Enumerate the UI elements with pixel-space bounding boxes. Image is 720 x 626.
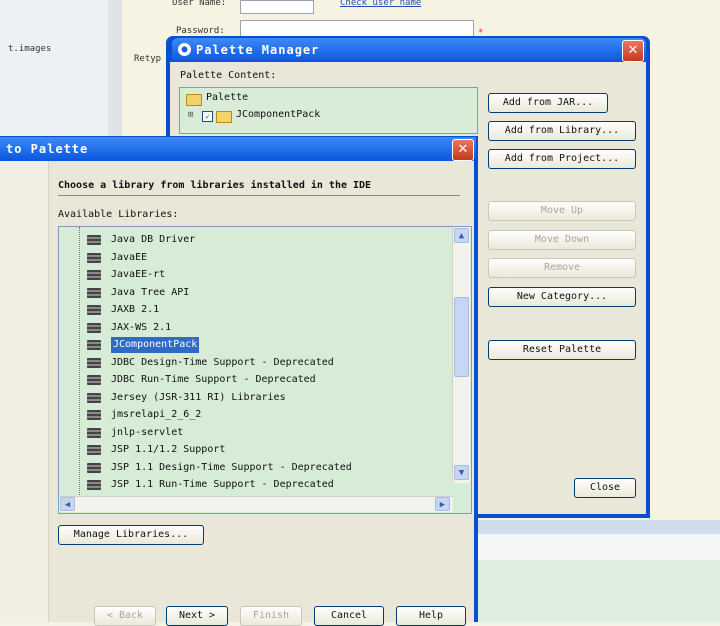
library-label: JDBC Run-Time Support - Deprecated (111, 374, 316, 385)
scroll-left-icon[interactable]: ◀ (60, 497, 75, 511)
library-label: JAX-WS 2.1 (111, 321, 172, 333)
scroll-up-icon[interactable]: ▲ (454, 228, 469, 243)
library-list-item[interactable]: JAXB 2.1 (59, 302, 449, 318)
checkbox-icon[interactable]: ✓ (202, 111, 213, 122)
horizontal-scrollbar[interactable]: ◀ ▶ (59, 496, 453, 512)
library-label: JComponentPack (111, 337, 200, 353)
library-label: JavaEE-rt (111, 269, 166, 280)
library-icon (87, 322, 101, 333)
palette-tree[interactable]: Palette ⊞ ✓ JComponentPack (179, 87, 478, 134)
user-name-field[interactable] (240, 0, 314, 14)
library-list-item[interactable]: Java DB Driver (59, 232, 449, 248)
manage-libraries-button[interactable]: Manage Libraries... (58, 525, 204, 545)
library-label: Jersey (JSR-311 RI) Libraries (111, 391, 286, 403)
remove-button[interactable]: Remove (488, 258, 636, 278)
add-to-palette-titlebar[interactable]: to Palette ✕ (0, 137, 476, 161)
close-icon[interactable]: ✕ (622, 40, 644, 62)
library-icon (87, 357, 101, 368)
wizard-step-heading: Choose a library from libraries installe… (58, 180, 372, 191)
vertical-scrollbar[interactable]: ▲ ▼ (452, 227, 470, 483)
netbeans-icon: ● (178, 43, 191, 56)
library-label: JSP 1.1 Design-Time Support - Deprecated (111, 461, 352, 473)
scroll-right-icon[interactable]: ▶ (435, 497, 450, 511)
wizard-steps-panel (0, 161, 49, 622)
next-button[interactable]: Next > (166, 606, 228, 626)
library-list-item[interactable]: JSP 1.1 Design-Time Support - Deprecated (59, 460, 449, 476)
library-list-item[interactable]: JAX-WS 2.1 (59, 320, 449, 336)
reset-palette-button[interactable]: Reset Palette (488, 340, 636, 360)
library-list-item[interactable]: JavaEE-rt (59, 267, 449, 283)
move-up-button[interactable]: Move Up (488, 201, 636, 221)
palette-child-label[interactable]: JComponentPack (236, 109, 320, 120)
library-list-item[interactable]: Jersey (JSR-311 RI) Libraries (59, 390, 449, 406)
library-icon (87, 445, 101, 455)
library-icon (87, 410, 101, 420)
library-label: Java DB Driver (111, 234, 196, 245)
finish-button[interactable]: Finish (240, 606, 302, 626)
library-list-item[interactable]: JDBC Run-Time Support - Deprecated (59, 372, 449, 388)
library-icon (87, 252, 101, 263)
library-list-item[interactable]: JavaEE (59, 250, 449, 266)
library-label: jmsrelapi_2_6_2 (111, 409, 202, 420)
library-icon (87, 392, 101, 403)
add-from-jar-button[interactable]: Add from JAR... (488, 93, 608, 113)
ide-bottom-green (478, 560, 720, 622)
library-label: JAXB 2.1 (111, 304, 160, 315)
password-label: Password: (176, 26, 225, 36)
library-label: JSP 1.1/1.2 Support (111, 444, 226, 455)
library-list-item[interactable]: jmsrelapi_2_6_2 (59, 407, 449, 423)
heading-divider (58, 195, 460, 196)
library-label: JavaEE (111, 251, 148, 263)
close-button[interactable]: Close (574, 478, 636, 498)
folder-icon (186, 94, 202, 106)
add-from-project-button[interactable]: Add from Project... (488, 149, 636, 169)
library-list-item[interactable]: JSP 1.1/1.2 Support (59, 442, 449, 458)
library-icon (87, 287, 101, 298)
library-label: jnlp-servlet (111, 426, 184, 438)
close-icon[interactable]: ✕ (452, 139, 474, 161)
library-icon (87, 305, 101, 315)
add-to-palette-title: to Palette (6, 142, 89, 156)
library-icon (87, 270, 101, 280)
library-list-item[interactable]: jnlp-servlet (59, 425, 449, 441)
library-icon (87, 375, 101, 385)
library-icon (87, 340, 101, 350)
add-from-library-button[interactable]: Add from Library... (488, 121, 636, 141)
user-name-label: User Name: (172, 0, 227, 8)
library-label: JSP 1.1 Run-Time Support - Deprecated (111, 479, 334, 490)
library-list-item[interactable]: JComponentPack (59, 337, 449, 353)
libraries-list[interactable]: Java DB Driver JavaEE JavaEE-rt Java Tree A… (58, 226, 472, 514)
library-label: JDBC Design-Time Support - Deprecated (111, 356, 334, 368)
palette-root-label[interactable]: Palette (206, 92, 248, 103)
scroll-down-icon[interactable]: ▼ (454, 465, 469, 480)
library-list-item[interactable]: JDBC Design-Time Support - Deprecated (59, 355, 449, 371)
library-label: Java Tree API (111, 286, 190, 298)
library-icon (87, 462, 101, 473)
move-down-button[interactable]: Move Down (488, 230, 636, 250)
folder-icon (216, 111, 232, 123)
palette-manager-titlebar[interactable]: ● Palette Manager ✕ (172, 38, 646, 62)
library-list-item[interactable]: JSP 1.1 Run-Time Support - Deprecated (59, 477, 449, 493)
expand-icon[interactable]: ⊞ (188, 110, 193, 120)
back-button[interactable]: < Back (94, 606, 156, 626)
library-list-item[interactable]: Java Tree API (59, 285, 449, 301)
library-icon (87, 427, 101, 438)
new-category-button[interactable]: New Category... (488, 287, 636, 307)
palette-content-label: Palette Content: (180, 70, 277, 81)
help-button[interactable]: Help (396, 606, 466, 626)
library-icon (87, 235, 101, 245)
left-panel-text: t.images (8, 44, 52, 54)
retype-label: Retyp (134, 54, 162, 64)
ide-bottom-bar (478, 520, 720, 534)
scroll-thumb[interactable] (454, 297, 469, 377)
palette-manager-title: Palette Manager (196, 43, 320, 57)
check-user-name-link[interactable]: Check user name (340, 0, 421, 8)
library-icon (87, 480, 101, 490)
available-libraries-label: Available Libraries: (58, 209, 179, 220)
cancel-button[interactable]: Cancel (314, 606, 384, 626)
